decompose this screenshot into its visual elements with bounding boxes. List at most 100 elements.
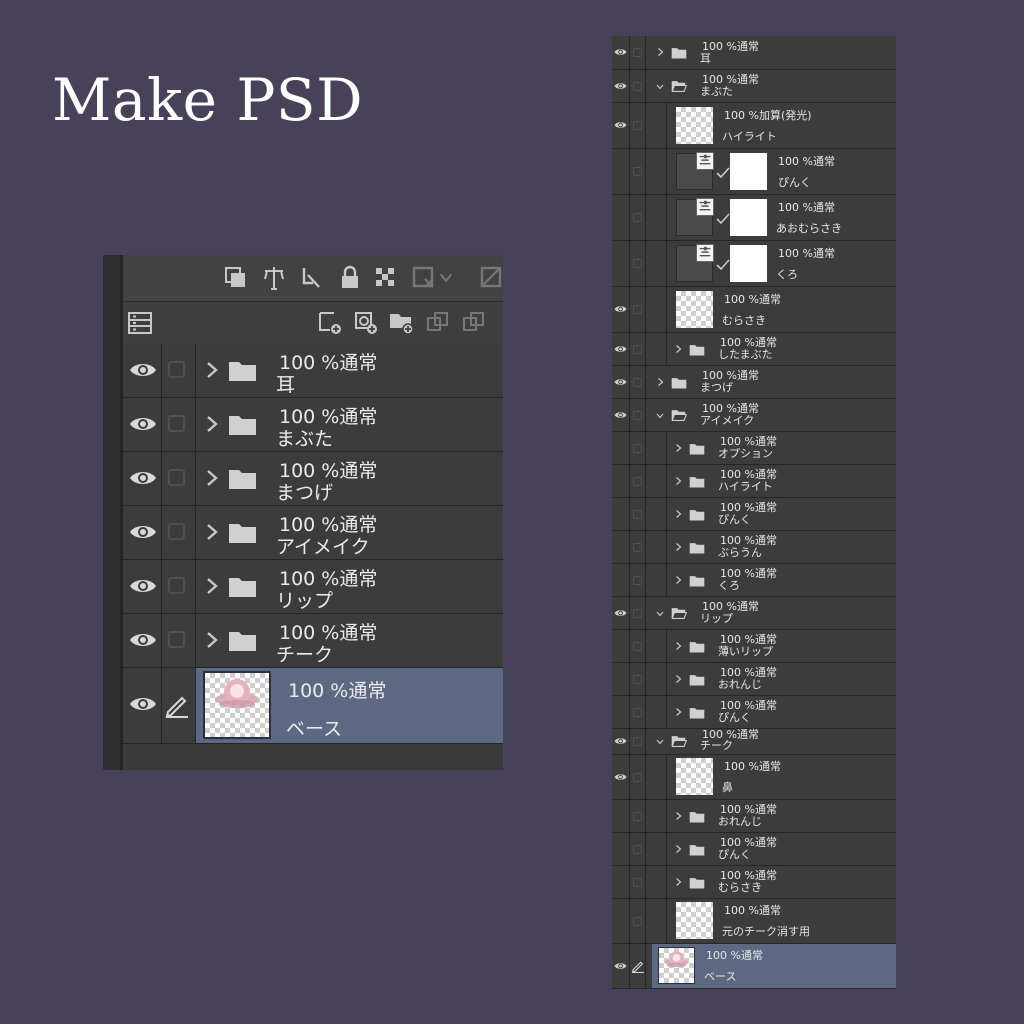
chevron-right-icon[interactable] bbox=[675, 674, 682, 684]
new-vector-layer-icon[interactable] bbox=[353, 310, 379, 336]
chevron-right-icon[interactable] bbox=[675, 509, 682, 519]
layer-select-checkbox[interactable] bbox=[168, 577, 185, 594]
chevron-down-icon[interactable] bbox=[655, 411, 665, 421]
eye-icon[interactable] bbox=[614, 608, 627, 618]
layer-select-checkbox[interactable] bbox=[168, 361, 185, 378]
layer-select-checkbox[interactable] bbox=[633, 82, 642, 91]
eye-icon[interactable] bbox=[614, 961, 627, 971]
layer-select-checkbox[interactable] bbox=[633, 259, 642, 268]
chevron-right-icon[interactable] bbox=[675, 344, 682, 354]
eye-icon[interactable] bbox=[614, 120, 627, 130]
layer-select-checkbox[interactable] bbox=[168, 469, 185, 486]
layer-select-checkbox[interactable] bbox=[633, 773, 642, 782]
folder-layer-row[interactable]: 100 %通常 ぴんく bbox=[612, 833, 896, 866]
folder-layer-row[interactable]: 100 %通常 耳 bbox=[123, 344, 503, 398]
layer-select-checkbox[interactable] bbox=[633, 510, 642, 519]
chevron-right-icon[interactable] bbox=[205, 468, 219, 488]
layer-select-checkbox[interactable] bbox=[633, 48, 642, 57]
chevron-right-icon[interactable] bbox=[205, 630, 219, 650]
chevron-right-icon[interactable] bbox=[675, 443, 682, 453]
eye-icon[interactable] bbox=[129, 468, 157, 488]
folder-layer-row[interactable]: 100 %通常 ぴんく bbox=[612, 498, 896, 531]
raster-layer-row[interactable]: 100 %通常 鼻 bbox=[612, 755, 896, 800]
layer-select-checkbox[interactable] bbox=[633, 609, 642, 618]
folder-layer-row[interactable]: 100 %通常 リップ bbox=[612, 597, 896, 630]
layer-select-checkbox[interactable] bbox=[633, 378, 642, 387]
combine-down-icon[interactable] bbox=[461, 310, 487, 336]
folder-layer-row[interactable]: 100 %通常 まつげ bbox=[612, 366, 896, 399]
folder-layer-row[interactable]: 100 %通常 薄いリップ bbox=[612, 630, 896, 663]
layer-select-checkbox[interactable] bbox=[633, 477, 642, 486]
chevron-down-icon[interactable] bbox=[655, 609, 665, 619]
folder-layer-row[interactable]: 100 %通常 まぶた bbox=[612, 70, 896, 103]
layer-select-checkbox[interactable] bbox=[633, 305, 642, 314]
folder-layer-row[interactable]: 100 %通常 ぴんく bbox=[612, 696, 896, 729]
chevron-right-icon[interactable] bbox=[205, 414, 219, 434]
folder-layer-row[interactable]: 100 %通常 オプション bbox=[612, 432, 896, 465]
base-layer-row[interactable]: 100 %通常 ベース bbox=[123, 668, 503, 744]
eye-icon[interactable] bbox=[614, 344, 627, 354]
base-layer-row[interactable]: 100 %通常 ベース bbox=[612, 944, 896, 989]
layer-select-checkbox[interactable] bbox=[633, 345, 642, 354]
chevron-right-icon[interactable] bbox=[205, 360, 219, 380]
eye-icon[interactable] bbox=[129, 630, 157, 650]
layer-select-checkbox[interactable] bbox=[633, 543, 642, 552]
chevron-right-icon[interactable] bbox=[657, 47, 664, 57]
chevron-down-icon[interactable] bbox=[437, 269, 455, 287]
folder-layer-row[interactable]: 100 %通常 したまぶた bbox=[612, 333, 896, 366]
raster-layer-row[interactable]: 100 %通常 むらさき bbox=[612, 287, 896, 333]
layer-select-checkbox[interactable] bbox=[633, 917, 642, 926]
layer-select-checkbox[interactable] bbox=[633, 642, 642, 651]
eye-icon[interactable] bbox=[129, 414, 157, 434]
folder-layer-row[interactable]: 100 %通常 アイメイク bbox=[123, 506, 503, 560]
folder-layer-row[interactable]: 100 %通常 チーク bbox=[123, 614, 503, 668]
eye-icon[interactable] bbox=[614, 47, 627, 57]
chevron-right-icon[interactable] bbox=[205, 576, 219, 596]
layer-select-checkbox[interactable] bbox=[168, 415, 185, 432]
lock-icon[interactable] bbox=[337, 265, 363, 291]
chevron-right-icon[interactable] bbox=[675, 877, 682, 887]
folder-layer-row[interactable]: 100 %通常 チーク bbox=[612, 729, 896, 755]
chevron-right-icon[interactable] bbox=[675, 641, 682, 651]
mask-icon[interactable] bbox=[411, 265, 437, 291]
folder-layer-row[interactable]: 100 %通常 おれんじ bbox=[612, 663, 896, 696]
chevron-right-icon[interactable] bbox=[675, 575, 682, 585]
eye-icon[interactable] bbox=[614, 410, 627, 420]
chevron-right-icon[interactable] bbox=[675, 811, 682, 821]
draft-layer-icon[interactable] bbox=[261, 265, 287, 291]
layer-select-checkbox[interactable] bbox=[633, 737, 642, 746]
folder-layer-row[interactable]: 100 %通常 おれんじ bbox=[612, 800, 896, 833]
layer-select-checkbox[interactable] bbox=[168, 631, 185, 648]
layer-select-checkbox[interactable] bbox=[633, 444, 642, 453]
layer-select-checkbox[interactable] bbox=[633, 121, 642, 130]
raster-layer-row[interactable]: 100 %加算(発光) ハイライト bbox=[612, 103, 896, 149]
chevron-right-icon[interactable] bbox=[205, 522, 219, 542]
eye-icon[interactable] bbox=[614, 772, 627, 782]
eye-icon[interactable] bbox=[614, 304, 627, 314]
folder-layer-row[interactable]: 100 %通常 まぶた bbox=[123, 398, 503, 452]
layer-select-checkbox[interactable] bbox=[633, 213, 642, 222]
layer-select-checkbox[interactable] bbox=[633, 167, 642, 176]
fill-layer-row[interactable]: 100 %通常 くろ bbox=[612, 241, 896, 287]
chevron-right-icon[interactable] bbox=[657, 377, 664, 387]
eye-icon[interactable] bbox=[614, 377, 627, 387]
eye-icon[interactable] bbox=[614, 736, 627, 746]
chevron-right-icon[interactable] bbox=[675, 476, 682, 486]
chevron-down-icon[interactable] bbox=[655, 737, 665, 747]
fill-layer-row[interactable]: 100 %通常 ぴんく bbox=[612, 149, 896, 195]
reference-layer-icon[interactable] bbox=[223, 265, 249, 291]
layer-select-checkbox[interactable] bbox=[168, 523, 185, 540]
chevron-right-icon[interactable] bbox=[675, 844, 682, 854]
raster-layer-row[interactable]: 100 %通常 元のチーク消す用 bbox=[612, 899, 896, 944]
folder-layer-row[interactable]: 100 %通常 リップ bbox=[123, 560, 503, 614]
folder-layer-row[interactable]: 100 %通常 むらさき bbox=[612, 866, 896, 899]
folder-layer-row[interactable]: 100 %通常 アイメイク bbox=[612, 399, 896, 432]
folder-layer-row[interactable]: 100 %通常 まつげ bbox=[123, 452, 503, 506]
new-raster-layer-icon[interactable] bbox=[317, 310, 343, 336]
ruler-icon[interactable] bbox=[479, 265, 503, 291]
folder-layer-row[interactable]: 100 %通常 くろ bbox=[612, 564, 896, 597]
folder-layer-row[interactable]: 100 %通常 耳 bbox=[612, 36, 896, 70]
folder-layer-row[interactable]: 100 %通常 ぶらうん bbox=[612, 531, 896, 564]
eye-icon[interactable] bbox=[129, 360, 157, 380]
layer-select-checkbox[interactable] bbox=[633, 411, 642, 420]
